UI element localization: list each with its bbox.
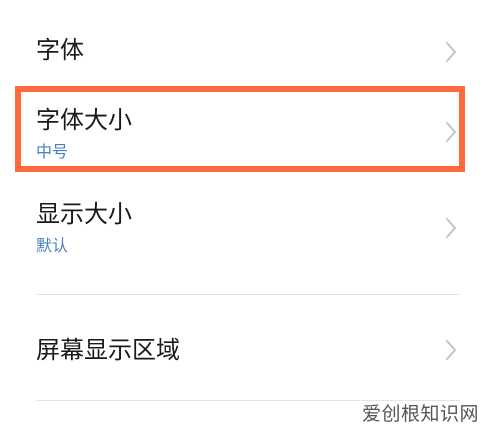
settings-item-title: 显示大小 [36,200,132,228]
settings-item-title: 字体 [36,36,84,64]
highlight-frame [15,86,465,172]
settings-item-font[interactable]: 字体 [0,20,500,84]
watermark-text: 爱创根知识网 [362,403,480,425]
settings-item-screen-display-area[interactable]: 屏幕显示区域 [0,312,500,388]
divider [36,400,460,401]
chevron-right-icon [443,338,459,362]
settings-item-display-size[interactable]: 显示大小 默认 [0,190,500,270]
divider [36,294,460,295]
chevron-right-icon [443,40,459,64]
settings-item-value: 默认 [36,236,69,255]
chevron-right-icon [443,216,459,240]
settings-item-title: 屏幕显示区域 [36,336,180,364]
